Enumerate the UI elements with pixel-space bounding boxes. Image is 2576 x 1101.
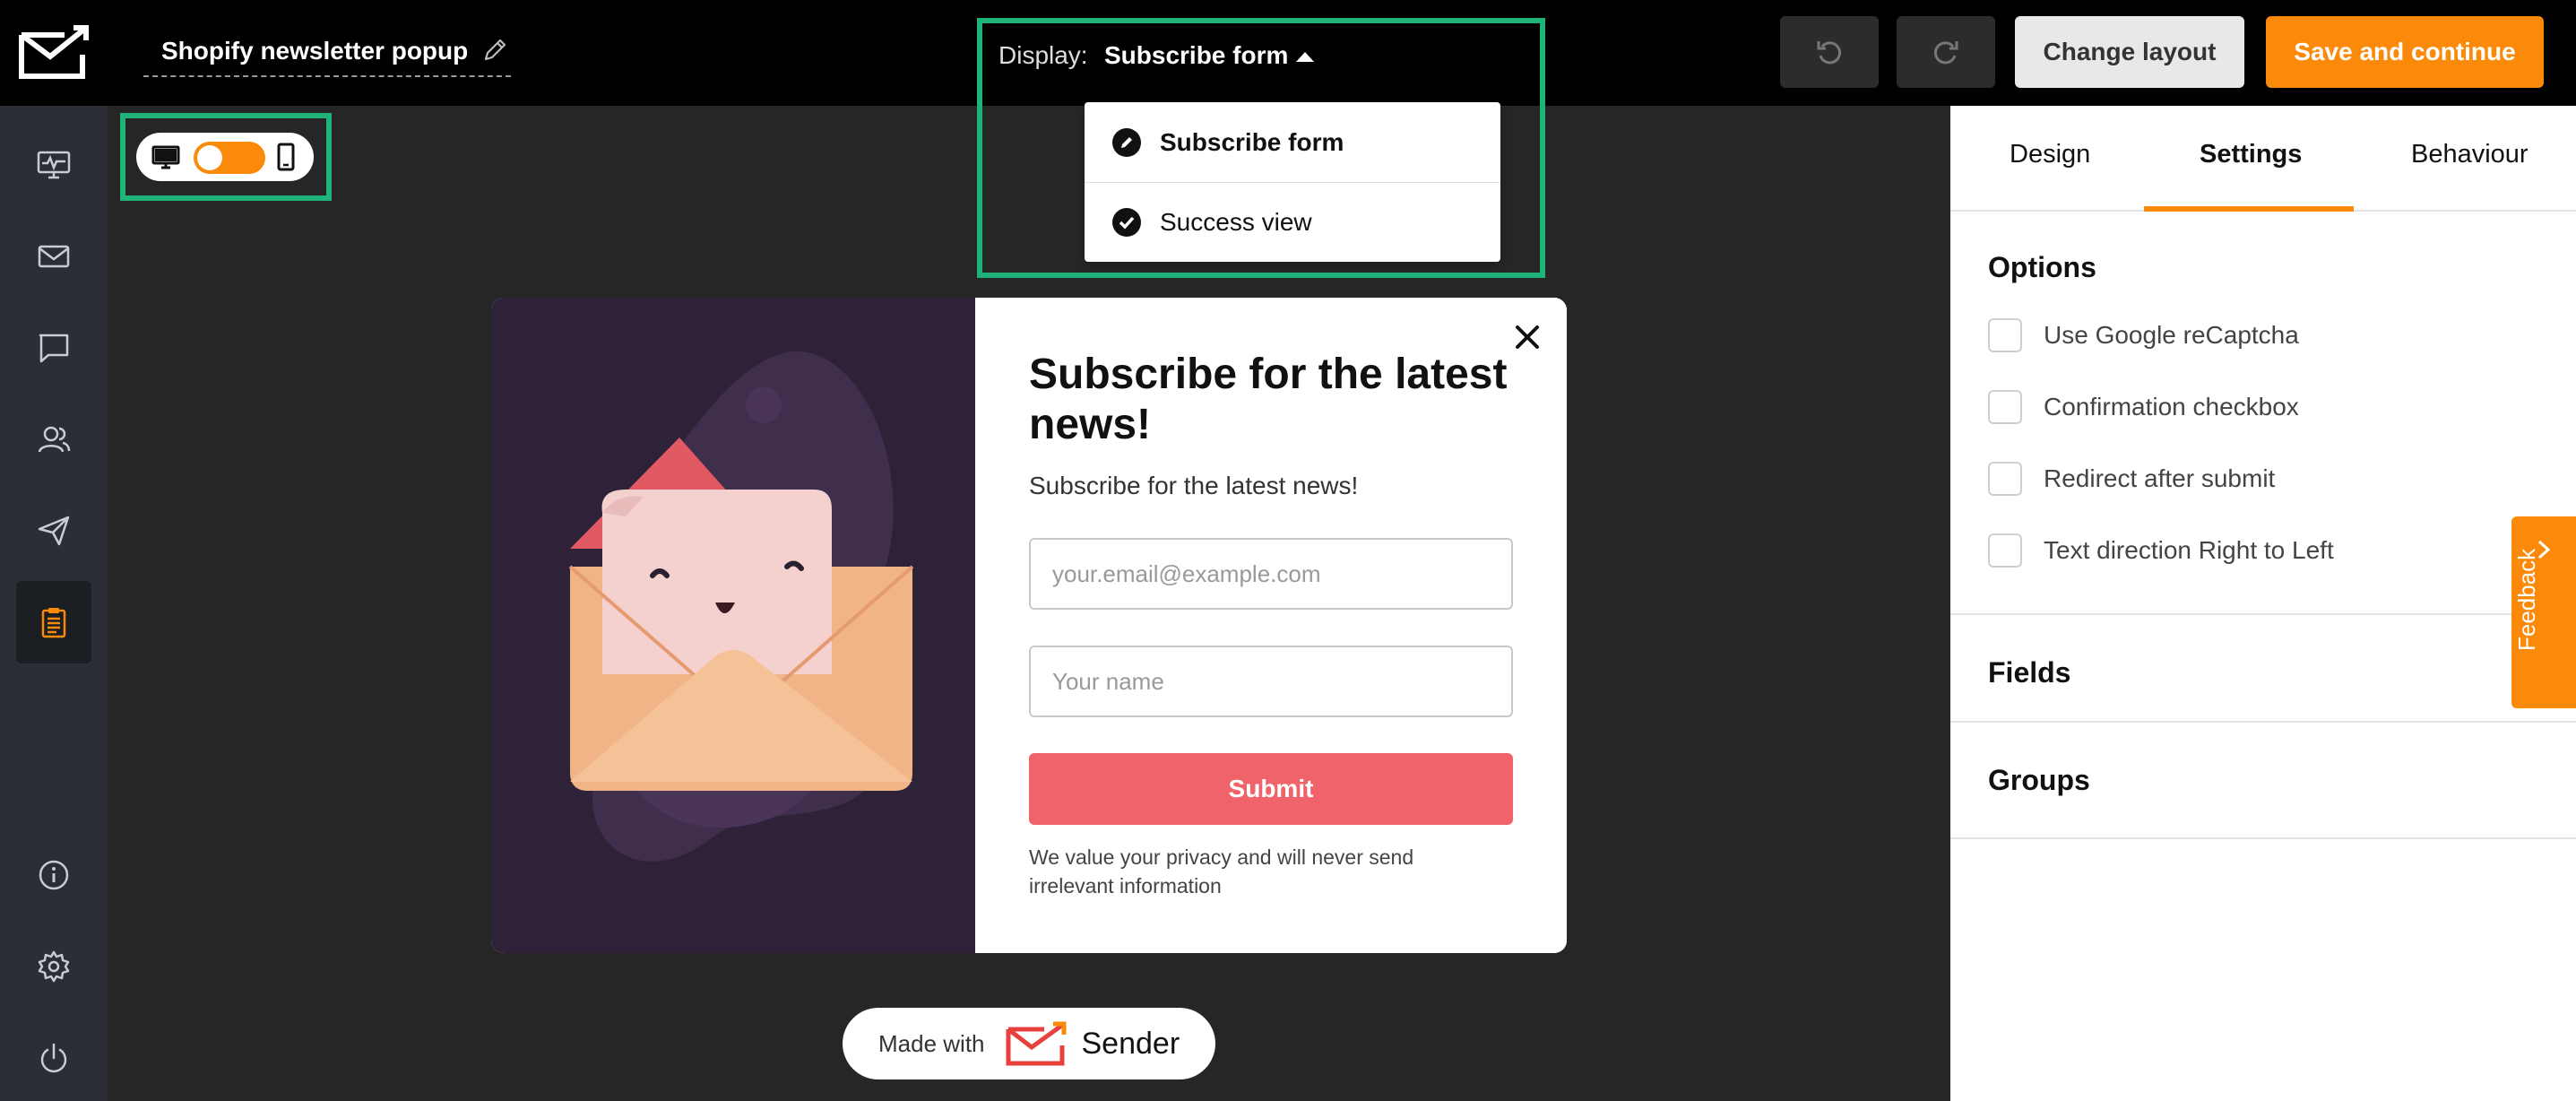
option-redirect[interactable]: Redirect after submit [1988,461,2275,497]
privacy-note: We value your privacy and will never sen… [1029,845,1414,897]
settings-panel: Design Settings Behaviour Options Use Go… [1950,106,2576,1101]
popup-subtitle: Subscribe for the latest news! [1029,472,1359,499]
sidebar-item-info[interactable] [16,834,91,916]
divider [1950,613,2576,615]
sidebar-item-logout[interactable] [16,1017,91,1099]
divider [1950,721,2576,723]
rtl-checkbox[interactable] [1988,533,2022,568]
undo-icon [1817,41,1842,65]
options-title: Options [1988,251,2096,283]
caret-up-icon[interactable] [1296,52,1314,62]
left-sidebar [0,0,108,1101]
sidebar-item-campaigns[interactable] [16,215,91,298]
mail-icon [38,245,70,268]
option-label: Confirmation checkbox [2044,393,2299,420]
confirmation-checkbox[interactable] [1988,390,2022,424]
change-layout-button[interactable]: Change layout [2015,16,2244,88]
redo-icon [1933,41,1958,65]
redirect-checkbox[interactable] [1988,462,2022,496]
option-recaptcha[interactable]: Use Google reCaptcha [1988,317,2299,353]
close-icon[interactable] [1511,321,1543,353]
forms-clipboard-icon [41,608,66,638]
sidebar-item-subscribers[interactable] [16,398,91,481]
popup-title: Subscribe for the latest news! [1029,351,1508,448]
dropdown-item-success-view[interactable]: Success view [1085,182,1500,262]
undo-button[interactable] [1780,16,1879,88]
display-dropdown: Subscribe form Success view [1085,102,1500,262]
option-confirmation-checkbox[interactable]: Confirmation checkbox [1988,389,2299,425]
sender-brand: Sender [1081,1026,1180,1061]
pencil-circle-icon [1112,127,1141,157]
sidebar-item-chat[interactable] [16,307,91,389]
redo-button[interactable] [1897,16,1995,88]
envelope-illustration-icon [568,351,914,862]
pencil-icon[interactable] [479,34,511,66]
dropdown-item-subscribe-form[interactable]: Subscribe form [1085,102,1500,182]
switch-knob [197,145,222,170]
device-toggle-area [120,113,332,201]
option-rtl[interactable]: Text direction Right to Left [1988,533,2334,568]
sidebar-item-dashboard[interactable] [16,124,91,206]
chat-bubble-icon [39,334,69,363]
feedback-label: Feedback [2513,548,2540,651]
form-title: Shopify newsletter popup [161,37,469,65]
dashboard-monitor-icon [37,151,71,179]
save-and-continue-button[interactable]: Save and continue [2266,16,2544,88]
display-selector: Display: Subscribe form Subscribe form S… [977,18,1545,278]
device-toggle[interactable] [136,133,314,181]
power-icon [40,1043,67,1073]
display-select[interactable]: Subscribe form [1104,41,1288,70]
popup-image [491,298,975,953]
device-switch[interactable] [194,142,265,174]
sidebar-item-forms[interactable] [16,581,91,663]
tab-settings[interactable]: Settings [2200,140,2302,169]
logo[interactable] [0,0,108,106]
display-label: Display: [998,41,1088,69]
form-title-field[interactable]: Shopify newsletter popup [143,27,511,77]
tab-behaviour[interactable]: Behaviour [2411,140,2528,169]
made-with-label: Made with [878,1029,985,1057]
sender-logo-icon [1006,1021,1066,1066]
sidebar-item-settings[interactable] [16,925,91,1008]
option-label: Use Google reCaptcha [2044,321,2299,349]
popup-preview: Subscribe for the latest news! Subscribe… [491,298,1567,953]
tab-design[interactable]: Design [2010,140,2090,169]
name-field[interactable] [1029,646,1513,717]
fields-section[interactable]: Fields [1988,656,2070,689]
option-label: Text direction Right to Left [2044,536,2334,564]
info-icon [39,860,69,890]
mobile-icon[interactable] [271,142,301,172]
dropdown-item-label: Success view [1160,208,1312,236]
panel-tabs: Design Settings Behaviour [1950,106,2576,212]
active-tab-indicator [2144,206,2354,212]
feedback-tab[interactable]: Feedback [2511,516,2576,708]
dropdown-item-label: Subscribe form [1160,127,1344,156]
paper-plane-icon [38,516,70,546]
made-with-badge[interactable]: Made with Sender [843,1008,1215,1079]
sidebar-item-automation[interactable] [16,490,91,572]
groups-section[interactable]: Groups [1988,764,2090,797]
divider [1950,837,2576,839]
desktop-icon[interactable] [151,142,181,172]
recaptcha-checkbox[interactable] [1988,318,2022,352]
submit-button[interactable]: Submit [1029,753,1513,825]
subscribers-icon [38,426,71,453]
email-field[interactable] [1029,538,1513,610]
check-circle-icon [1112,208,1141,237]
envelope-check-logo-icon [19,25,89,79]
popup-body: Subscribe for the latest news! Subscribe… [975,298,1567,953]
gear-icon [38,950,70,983]
option-label: Redirect after submit [2044,464,2276,492]
